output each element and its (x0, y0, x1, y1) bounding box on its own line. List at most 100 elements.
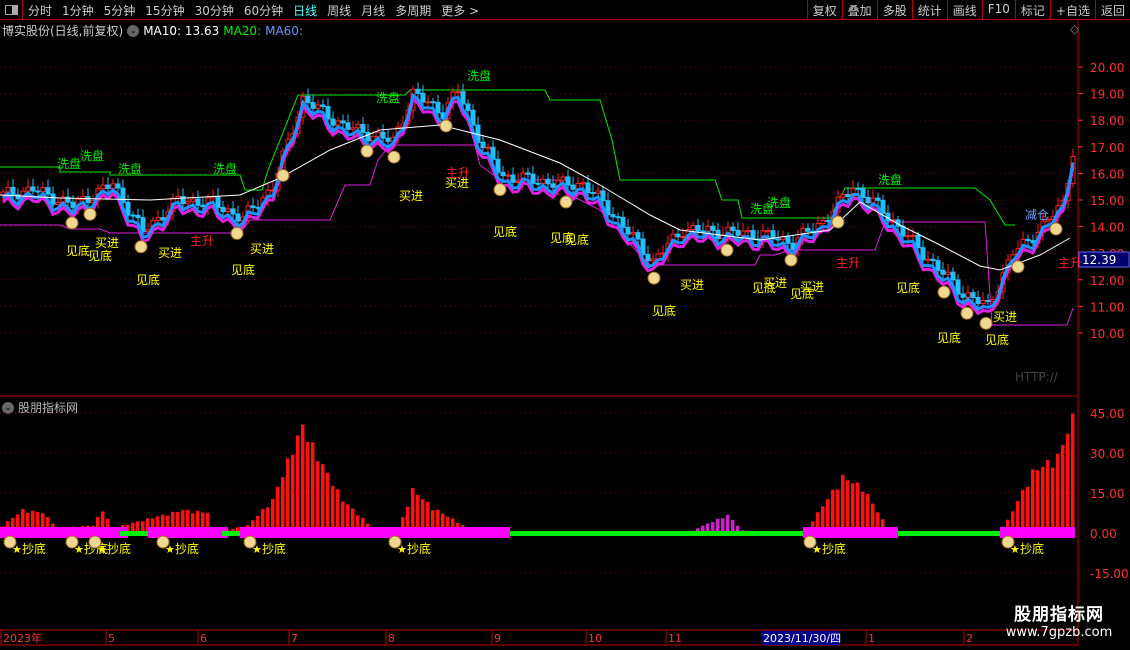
candle-down (775, 238, 781, 241)
histogram-bar (851, 483, 855, 531)
candle-up (5, 186, 11, 193)
candle-down (180, 195, 186, 205)
candle-up (185, 200, 191, 205)
candle-up (595, 190, 601, 194)
candle-up (335, 120, 341, 126)
candle-up (925, 258, 931, 261)
chart-canvas[interactable]: ◇20.0019.0018.0017.0016.0015.0014.0013.0… (0, 0, 1130, 650)
money-bag-icon (230, 226, 244, 240)
signal-rise: 主升 (446, 166, 470, 180)
candle-down (135, 214, 141, 219)
candle-down (1025, 238, 1031, 242)
candle-down (590, 192, 596, 195)
diamond-icon: ◇ (1070, 22, 1080, 36)
candle-down (615, 216, 621, 219)
candle-down (970, 292, 976, 298)
candle-up (690, 225, 696, 231)
candle-down (380, 131, 386, 139)
candle-down (495, 158, 501, 173)
candle-up (0, 191, 6, 196)
candle-up (40, 187, 46, 193)
indicator-tick-label: 30.00 (1090, 447, 1124, 461)
price-tick-label: 17.00 (1090, 141, 1124, 155)
month-label: 5 (108, 632, 115, 645)
candle-up (540, 178, 546, 184)
signal-label: 抄底 (262, 541, 286, 556)
candle-down (565, 176, 571, 186)
candle-down (115, 183, 121, 189)
candle-down (35, 190, 41, 193)
money-bag-icon (1049, 222, 1063, 236)
candle-down (435, 101, 441, 114)
candle-down (985, 299, 991, 302)
money-bag-icon (65, 216, 79, 230)
histogram-bar (421, 499, 425, 531)
price-tick-label: 11.00 (1090, 300, 1124, 314)
month-label: 9 (494, 632, 501, 645)
money-bag-icon (979, 316, 993, 330)
money-bag-icon (493, 183, 507, 197)
candle-down (570, 184, 576, 190)
candle-down (310, 102, 316, 109)
candle-down (10, 186, 16, 196)
signal-label: 抄底 (407, 541, 431, 556)
histogram-bar (1021, 489, 1025, 531)
month-label: 11 (668, 632, 682, 645)
candle-down (50, 193, 56, 205)
histogram-bar (426, 501, 430, 531)
candle-up (870, 197, 876, 204)
signal-band-green (898, 531, 1000, 536)
price-tick-label: 14.00 (1090, 221, 1124, 235)
candle-up (375, 131, 381, 138)
candle-down (860, 188, 866, 199)
signal-wash: 洗盘 (878, 172, 902, 187)
candle-down (620, 216, 626, 228)
money-bag-icon (647, 271, 661, 285)
candle-down (585, 182, 591, 194)
signal-bottom: 见底 (565, 232, 589, 247)
candle-down (220, 206, 226, 213)
candle-down (325, 106, 331, 120)
trend-ribbon-blue (1, 92, 1075, 312)
histogram-bar (726, 514, 730, 531)
star-icon: ★ (74, 543, 84, 556)
signal-buy: 买进 (763, 276, 787, 290)
candle-down (695, 225, 701, 232)
candle-down (940, 269, 946, 275)
candle-down (305, 95, 311, 104)
histogram-bar (831, 489, 835, 531)
candle-up (350, 127, 356, 130)
month-label: 1 (868, 632, 875, 645)
candle-down (235, 213, 241, 222)
signal-label: 抄底 (1020, 541, 1044, 556)
signal-wash: 洗盘 (767, 195, 791, 210)
histogram-bar (1061, 444, 1065, 531)
candle-up (580, 182, 586, 185)
signal-rise: 主升 (836, 256, 860, 270)
indicator-tick-label: -15.00 (1090, 567, 1129, 581)
month-label: 2 (966, 632, 973, 645)
histogram-bar (1026, 486, 1030, 531)
signal-wash: 洗盘 (57, 156, 81, 171)
signal-buy: 买进 (993, 310, 1017, 324)
signal-bottom: 见底 (66, 243, 90, 258)
candle-up (110, 183, 116, 189)
candle-down (320, 104, 326, 108)
histogram-bar (291, 454, 295, 531)
signal-bottom: 见底 (937, 330, 961, 345)
histogram-bar (711, 522, 715, 531)
candle-up (745, 230, 751, 233)
price-tick-label: 12.00 (1090, 274, 1124, 288)
candle-up (945, 271, 951, 275)
candle-down (360, 123, 366, 133)
candle-down (675, 233, 681, 238)
candle-down (105, 184, 111, 189)
candle-down (70, 201, 76, 208)
star-icon: ★ (97, 543, 107, 556)
money-bag-icon (83, 207, 97, 221)
histogram-bar (306, 441, 310, 531)
candle-up (355, 123, 361, 129)
candle-up (485, 146, 491, 149)
signal-label: 抄底 (822, 541, 846, 556)
money-bag-icon (784, 253, 798, 267)
